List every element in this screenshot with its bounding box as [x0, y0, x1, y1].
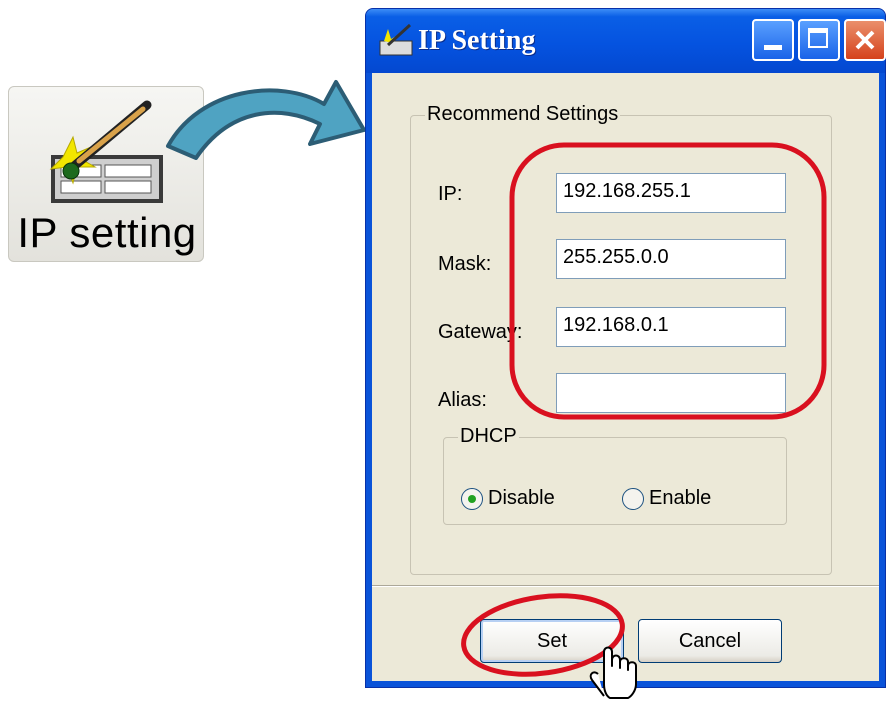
ip-field[interactable]: 192.168.255.1 [556, 173, 786, 213]
dhcp-disable-label[interactable]: Disable [488, 487, 555, 510]
button-separator [372, 585, 879, 587]
gateway-label: Gateway: [438, 321, 523, 343]
mask-field[interactable]: 255.255.0.0 [556, 239, 786, 279]
set-button[interactable]: Set [480, 619, 624, 663]
dhcp-title: DHCP [458, 425, 519, 448]
alias-label: Alias: [438, 389, 487, 411]
cancel-button[interactable]: Cancel [638, 619, 782, 663]
minimize-button[interactable] [752, 19, 794, 61]
ip-setting-tool-icon [49, 100, 163, 203]
maximize-icon [808, 28, 828, 48]
network-tool-icon [379, 23, 413, 56]
dhcp-enable-label[interactable]: Enable [649, 487, 711, 510]
mask-label: Mask: [438, 253, 492, 275]
ip-label: IP: [438, 183, 463, 205]
minimize-icon [764, 45, 782, 50]
dhcp-enable-radio[interactable] [622, 488, 644, 510]
gateway-field[interactable]: 192.168.0.1 [556, 307, 786, 347]
dialog-client-area: Recommend Settings IP: 192.168.255.1 Mas… [372, 73, 879, 681]
ip-setting-dialog: IP Setting Recommend Settings IP: 192.16… [365, 8, 886, 688]
window-title: IP Setting [418, 25, 536, 56]
launcher-label: IP setting [17, 209, 197, 256]
close-icon [855, 30, 875, 50]
titlebar[interactable]: IP Setting [366, 9, 886, 73]
close-button[interactable] [844, 19, 886, 61]
dhcp-disable-radio[interactable] [461, 488, 483, 510]
maximize-button[interactable] [798, 19, 840, 61]
curved-arrow-icon [166, 80, 366, 160]
dhcp-group: DHCP [443, 425, 787, 525]
recommend-settings-title: Recommend Settings [425, 103, 621, 126]
alias-field[interactable] [556, 373, 786, 413]
